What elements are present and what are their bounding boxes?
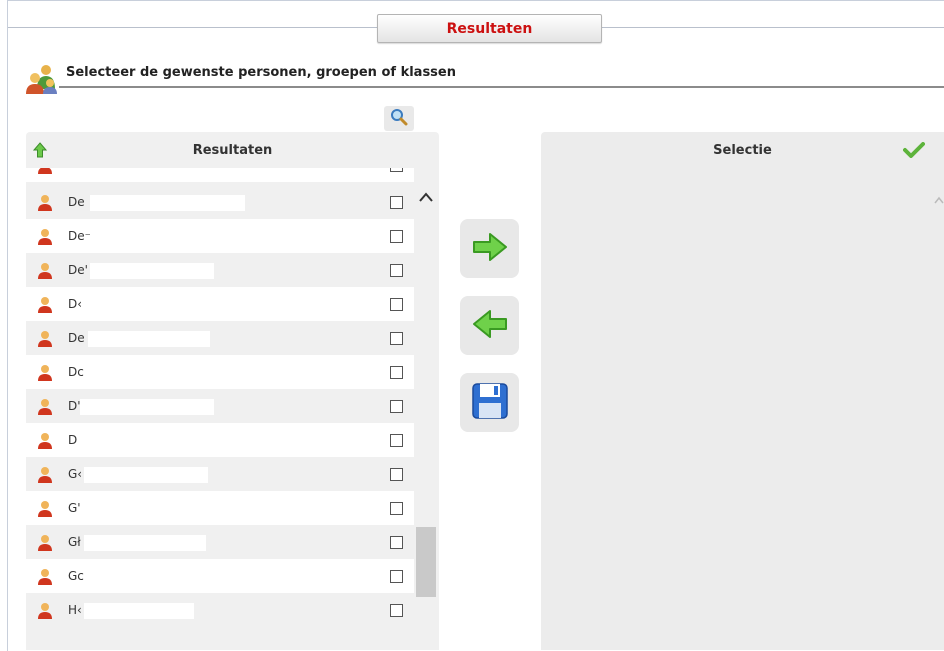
- save-button[interactable]: [460, 373, 519, 432]
- select-checkbox[interactable]: [390, 230, 403, 243]
- person-icon: [37, 262, 53, 279]
- select-checkbox[interactable]: [390, 536, 403, 549]
- select-checkbox[interactable]: [390, 570, 403, 583]
- select-checkbox[interactable]: [390, 366, 403, 379]
- person-icon: [37, 168, 53, 174]
- select-checkbox[interactable]: [390, 400, 403, 413]
- search-icon: [390, 108, 408, 130]
- select-checkbox[interactable]: [390, 604, 403, 617]
- select-checkbox[interactable]: [390, 196, 403, 209]
- list-item[interactable]: G‹: [26, 457, 414, 491]
- person-icon: [37, 296, 53, 313]
- chevron-up-icon[interactable]: [416, 189, 436, 205]
- add-to-selection-button[interactable]: [460, 219, 519, 278]
- person-icon: [37, 602, 53, 619]
- person-icon: [37, 398, 53, 415]
- select-checkbox[interactable]: [390, 332, 403, 345]
- floppy-disk-icon: [470, 381, 510, 425]
- remove-from-selection-button[interactable]: [460, 296, 519, 355]
- selection-panel-title: Selectie: [713, 143, 772, 158]
- list-item[interactable]: [26, 168, 414, 182]
- select-checkbox[interactable]: [390, 168, 403, 172]
- person-icon: [37, 228, 53, 245]
- results-panel: Resultaten De De⁻ De' D‹ De Dc D' D G‹ G…: [26, 132, 439, 650]
- person-name: Gc: [68, 569, 84, 583]
- person-name: Gł: [68, 535, 81, 549]
- person-name: D': [68, 399, 81, 413]
- list-item[interactable]: D': [26, 389, 414, 423]
- list-item[interactable]: De': [26, 253, 414, 287]
- group-people-icon: [24, 63, 60, 95]
- person-name: De⁻: [68, 229, 91, 243]
- person-name: De': [68, 263, 88, 277]
- list-item[interactable]: D‹: [26, 287, 414, 321]
- person-name: D: [68, 433, 78, 447]
- person-icon: [37, 364, 53, 381]
- list-item[interactable]: De: [26, 321, 414, 355]
- scrollbar-thumb[interactable]: [416, 527, 436, 597]
- select-checkbox[interactable]: [390, 264, 403, 277]
- person-icon: [37, 432, 53, 449]
- person-icon: [37, 194, 53, 211]
- instruction-text: Selecteer de gewenste personen, groepen …: [66, 65, 456, 80]
- list-item[interactable]: De⁻: [26, 219, 414, 253]
- results-panel-title: Resultaten: [192, 143, 273, 158]
- list-item[interactable]: De: [26, 185, 414, 219]
- select-checkbox[interactable]: [390, 502, 403, 515]
- green-right-arrow-icon: [472, 232, 508, 266]
- list-item[interactable]: Gł: [26, 525, 414, 559]
- person-name: D‹: [68, 297, 83, 311]
- select-checkbox[interactable]: [390, 468, 403, 481]
- person-icon: [37, 330, 53, 347]
- list-item[interactable]: Dc: [26, 355, 414, 389]
- person-name: H‹: [68, 603, 82, 617]
- selection-panel-header: Selectie: [541, 132, 944, 168]
- results-panel-header: Resultaten: [26, 132, 439, 168]
- person-name: G‹: [68, 467, 83, 481]
- chevron-up-icon[interactable]: [934, 190, 944, 204]
- list-item[interactable]: G': [26, 491, 414, 525]
- selection-panel: Selectie: [541, 132, 944, 650]
- instruction-underline: [59, 86, 944, 88]
- person-icon: [37, 568, 53, 585]
- person-name: De: [68, 331, 85, 345]
- person-name: Dc: [68, 365, 84, 379]
- person-name: G': [68, 501, 81, 515]
- list-item[interactable]: H‹: [26, 593, 414, 627]
- search-button[interactable]: [384, 106, 414, 131]
- green-left-arrow-icon: [472, 309, 508, 343]
- select-checkbox[interactable]: [390, 434, 403, 447]
- results-list: De De⁻ De' D‹ De Dc D' D G‹ G' Gł Gc H‹: [26, 168, 414, 650]
- person-icon: [37, 466, 53, 483]
- person-icon: [37, 500, 53, 517]
- select-checkbox[interactable]: [390, 298, 403, 311]
- list-item[interactable]: D: [26, 423, 414, 457]
- person-icon: [37, 534, 53, 551]
- checkmark-icon[interactable]: [903, 142, 925, 158]
- tab-resultaten[interactable]: Resultaten: [377, 14, 602, 43]
- list-item[interactable]: Gc: [26, 559, 414, 593]
- person-name: De: [68, 195, 85, 209]
